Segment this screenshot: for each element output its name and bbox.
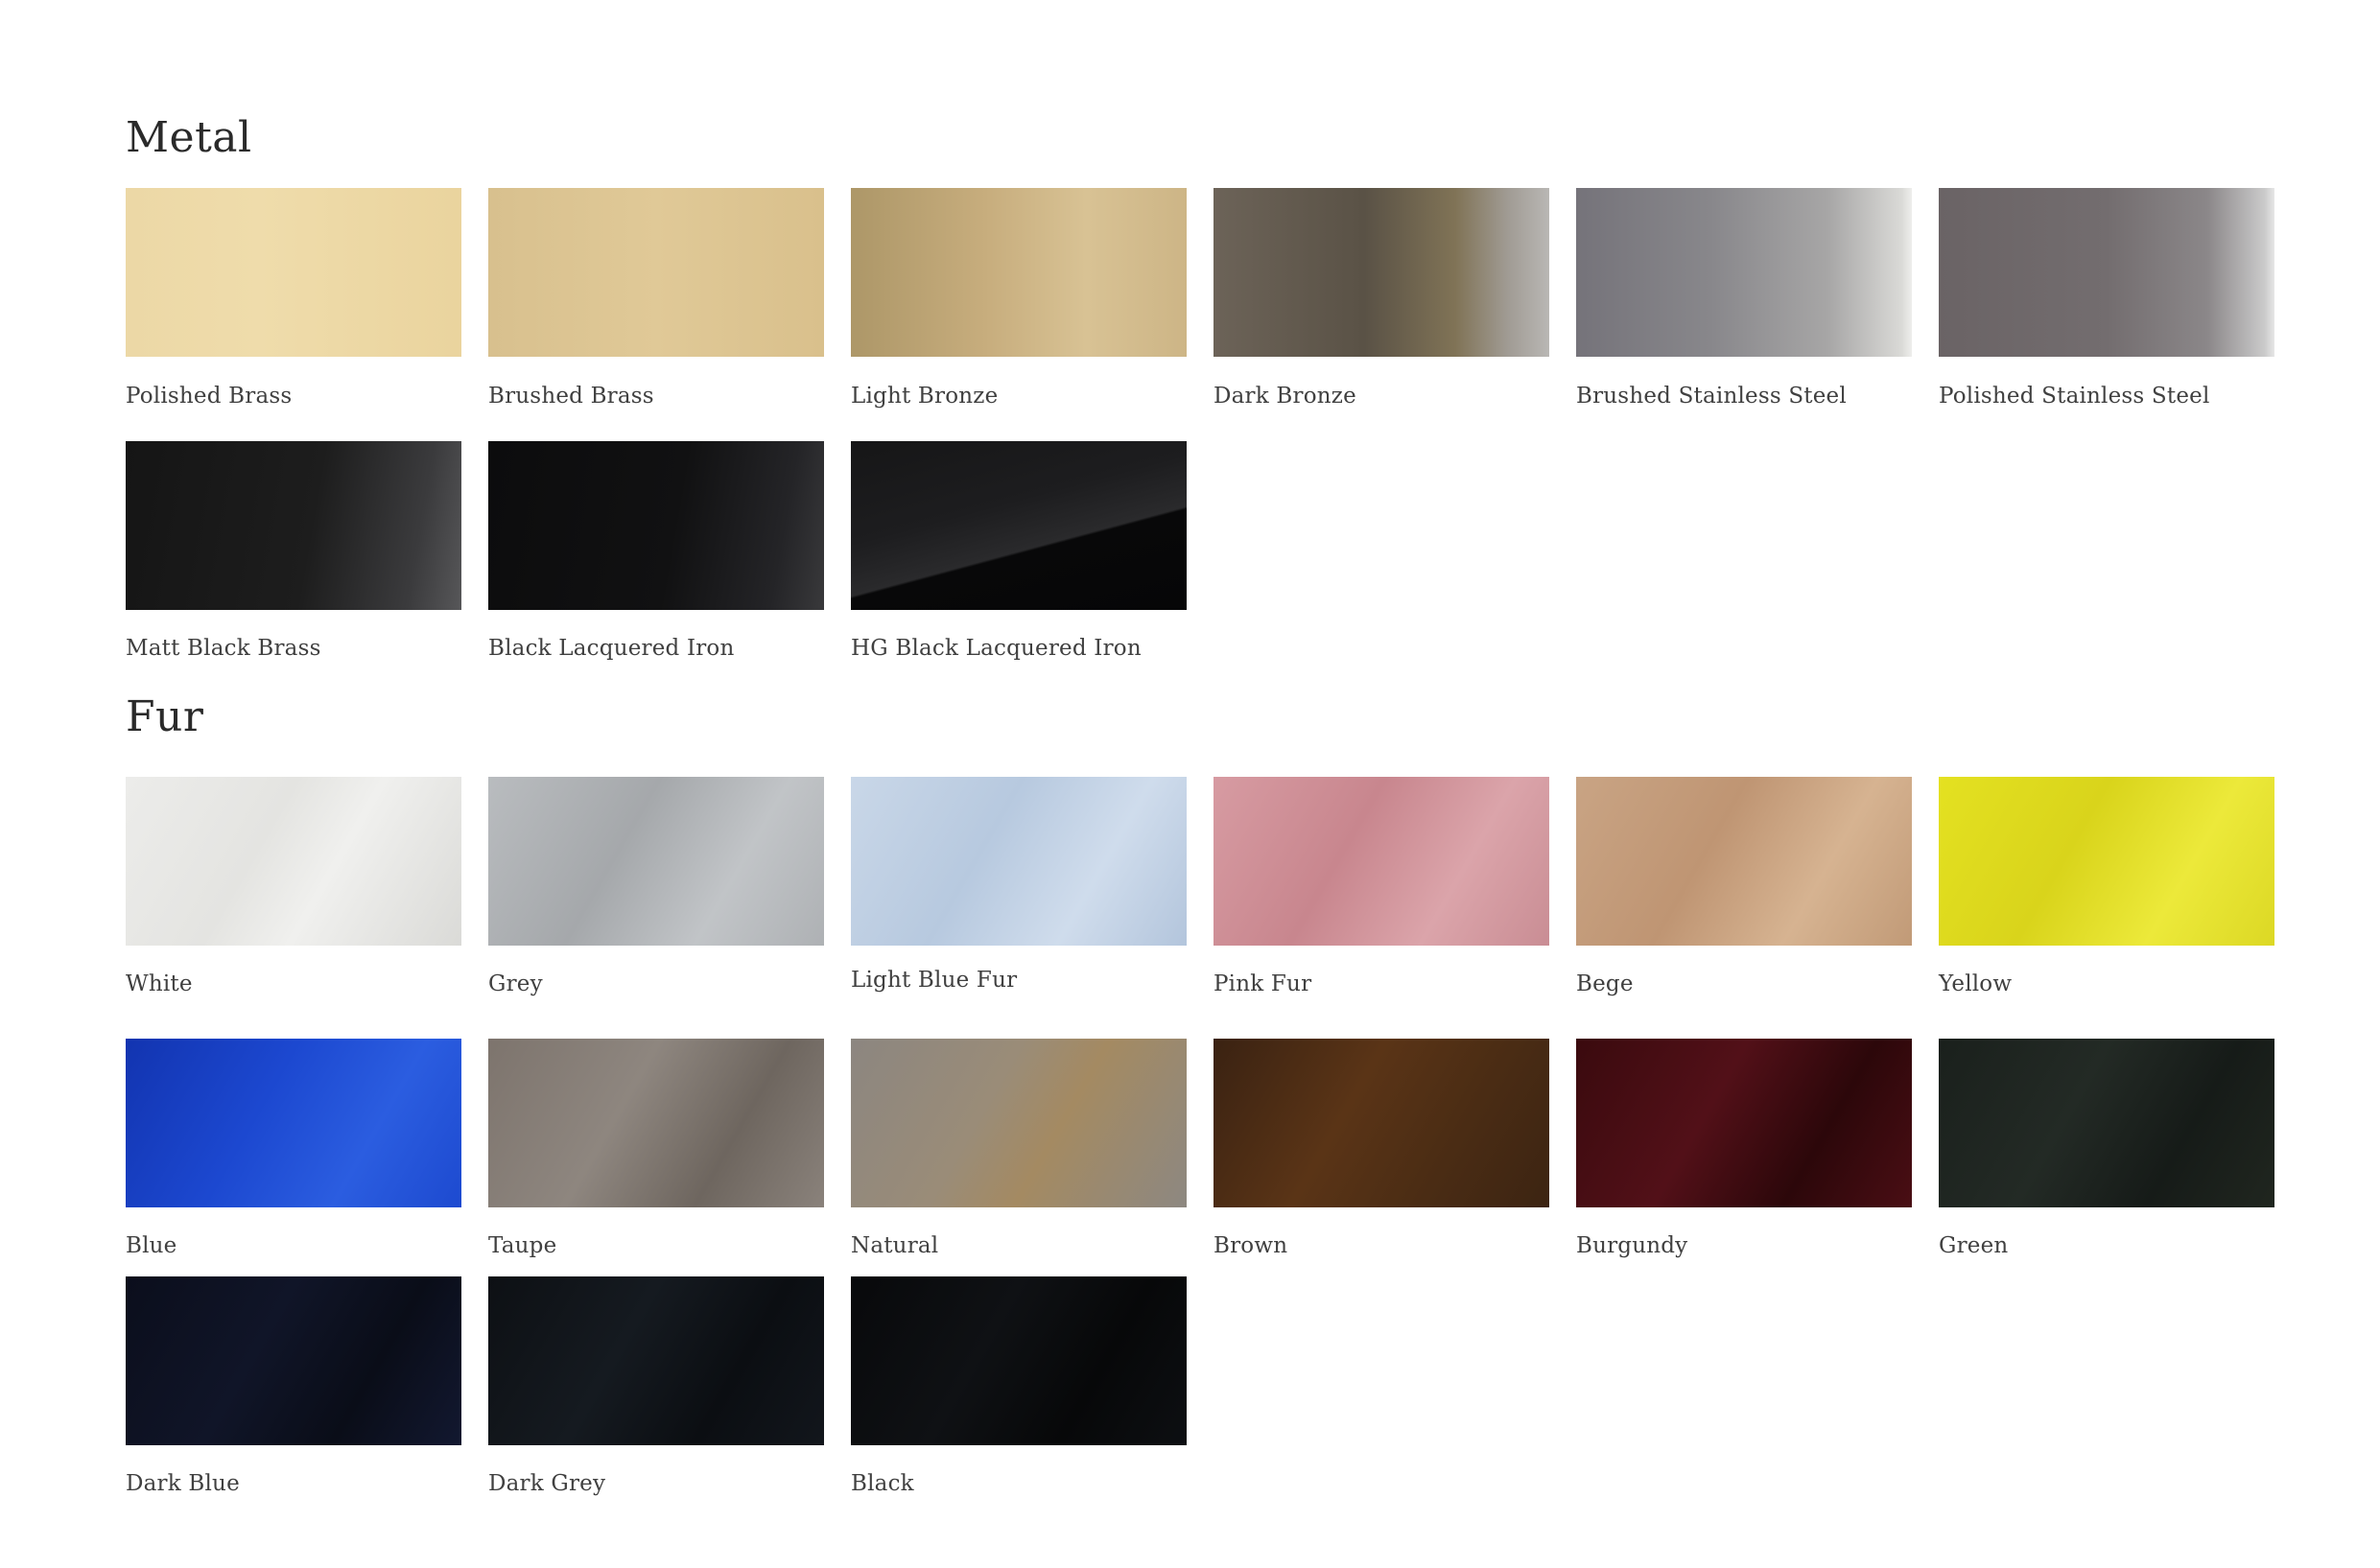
swatch-label-grey: Grey [488, 971, 543, 996]
swatch-grey [488, 777, 824, 946]
swatch-matt-black-brass [126, 441, 461, 610]
swatch-black-lacquered-iron [488, 441, 824, 610]
swatch-label-taupe: Taupe [488, 1233, 557, 1258]
swatch-white [126, 777, 461, 946]
swatch-label-dark-bronze: Dark Bronze [1214, 384, 1356, 409]
swatch-blue [126, 1039, 461, 1207]
swatch-label-white: White [126, 971, 193, 996]
section-title-metal: Metal [126, 113, 252, 162]
swatch-label-light-blue-fur: Light Blue Fur [851, 968, 1018, 993]
swatch-label-green: Green [1939, 1233, 2009, 1258]
swatch-natural [851, 1039, 1187, 1207]
swatch-brushed-brass [488, 188, 824, 357]
swatch-light-blue-fur [851, 777, 1187, 946]
swatch-dark-bronze [1214, 188, 1549, 357]
swatch-light-bronze [851, 188, 1187, 357]
swatch-bege [1576, 777, 1912, 946]
swatch-label-polished-stainless-steel: Polished Stainless Steel [1939, 384, 2210, 409]
swatch-green [1939, 1039, 2274, 1207]
swatch-hg-black-lacquered-iron [851, 441, 1187, 610]
swatch-yellow [1939, 777, 2274, 946]
swatch-label-brushed-stainless-steel: Brushed Stainless Steel [1576, 384, 1847, 409]
swatch-label-light-bronze: Light Bronze [851, 384, 999, 409]
swatch-brushed-stainless-steel [1576, 188, 1912, 357]
swatch-label-black-lacquered-iron: Black Lacquered Iron [488, 636, 735, 661]
swatch-label-matt-black-brass: Matt Black Brass [126, 636, 321, 661]
swatch-label-dark-blue: Dark Blue [126, 1471, 240, 1496]
swatch-label-burgundy: Burgundy [1576, 1233, 1688, 1258]
swatch-pink-fur [1214, 777, 1549, 946]
swatch-polished-stainless-steel [1939, 188, 2274, 357]
swatch-label-bege: Bege [1576, 971, 1634, 996]
swatch-black [851, 1276, 1187, 1445]
swatch-taupe [488, 1039, 824, 1207]
swatch-label-black: Black [851, 1471, 914, 1496]
swatch-label-brushed-brass: Brushed Brass [488, 384, 654, 409]
swatch-dark-blue [126, 1276, 461, 1445]
swatch-label-brown: Brown [1214, 1233, 1288, 1258]
swatch-burgundy [1576, 1039, 1912, 1207]
swatch-label-blue: Blue [126, 1233, 177, 1258]
swatch-label-dark-grey: Dark Grey [488, 1471, 606, 1496]
section-title-fur: Fur [126, 692, 204, 741]
swatch-dark-grey [488, 1276, 824, 1445]
swatch-label-natural: Natural [851, 1233, 939, 1258]
swatch-label-polished-brass: Polished Brass [126, 384, 293, 409]
swatch-label-hg-black-lacquered-iron: HG Black Lacquered Iron [851, 636, 1142, 661]
swatch-polished-brass [126, 188, 461, 357]
swatch-label-yellow: Yellow [1939, 971, 2013, 996]
swatch-brown [1214, 1039, 1549, 1207]
swatch-label-pink-fur: Pink Fur [1214, 971, 1312, 996]
